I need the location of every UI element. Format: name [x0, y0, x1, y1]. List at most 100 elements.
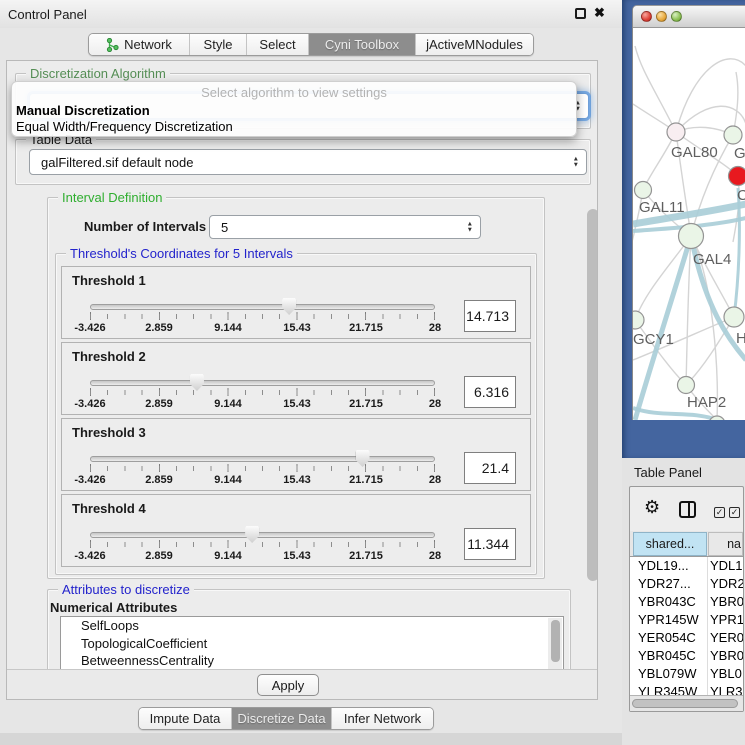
network-node[interactable] [729, 167, 745, 186]
minimize-traffic-light-icon[interactable] [656, 11, 667, 22]
stepper-icon: ▲▼ [573, 157, 579, 168]
slider-scale-label: -3.426 [74, 398, 105, 410]
threshold-value-field[interactable]: 14.713 [464, 300, 516, 332]
table-row[interactable]: YER054C YER0 [630, 629, 743, 647]
table-cell[interactable]: YER0 [710, 629, 743, 647]
table-row[interactable]: YDR27... YDR2 [630, 575, 743, 593]
list-item[interactable]: SelfLoops [61, 617, 563, 635]
tab-network[interactable]: Network [89, 34, 189, 55]
network-canvas[interactable]: GAL80GACGAL11GAL4GCY1HHAP2 [633, 28, 745, 420]
table-cell[interactable]: YBR043C [638, 593, 704, 611]
tab-infer-network[interactable]: Infer Network [331, 708, 433, 729]
slider-scale: -3.4262.8599.14415.4321.71528 [90, 322, 435, 334]
close-icon[interactable]: ✖ [594, 5, 605, 21]
network-node-label: H [736, 330, 745, 347]
table-row[interactable]: YBR045C YBR0 [630, 647, 743, 665]
network-node-label: GAL80 [671, 144, 718, 161]
threshold-label: Threshold 4 [72, 501, 146, 516]
slider-scale-label: 21.715 [349, 550, 383, 562]
threshold-value-field[interactable]: 21.4 [464, 452, 516, 484]
tab-style[interactable]: Style [189, 34, 246, 55]
list-item[interactable]: TopologicalCoefficient [61, 635, 563, 653]
table-cell[interactable]: YBL079W [638, 665, 704, 683]
network-node[interactable] [667, 123, 685, 141]
threshold-3-panel: Threshold 3 -3.4262.8599.14415.4321.7152… [61, 418, 531, 491]
tab-label: Style [204, 37, 233, 52]
threshold-1-slider-track[interactable] [90, 304, 435, 310]
slider-scale-label: 28 [429, 550, 441, 562]
threshold-2-slider-track[interactable] [90, 380, 435, 386]
network-node[interactable] [679, 224, 704, 249]
table-cell[interactable]: YBR0 [710, 647, 743, 665]
network-node-label: C [737, 187, 745, 204]
list-item[interactable]: BetweennessCentrality [61, 652, 563, 670]
threshold-value-field[interactable]: 11.344 [464, 528, 516, 560]
list-scrollbar[interactable] [548, 618, 562, 672]
network-node[interactable] [724, 126, 742, 144]
network-node[interactable] [724, 307, 744, 327]
table-cell[interactable]: YDR2 [710, 575, 743, 593]
table-cell[interactable]: YPR145W [638, 611, 704, 629]
checkbox-icon[interactable]: ✓ [729, 507, 740, 518]
threshold-4-slider-track[interactable] [90, 532, 435, 538]
gear-icon[interactable]: ⚙ [644, 497, 660, 518]
table-row[interactable]: YBR043C YBR0 [630, 593, 743, 611]
numerical-attributes-label: Numerical Attributes [50, 600, 177, 615]
panel-vertical-scrollbar[interactable] [587, 209, 598, 581]
tab-jactivemnodules[interactable]: jActiveMNodules [415, 34, 533, 55]
slider-scale: -3.4262.8599.14415.4321.71528 [90, 398, 435, 410]
panel-title: Control Panel [8, 7, 87, 22]
scrollbar-thumb[interactable] [632, 699, 738, 708]
table-horizontal-scrollbar[interactable] [630, 695, 743, 712]
dropdown-option-equal-width-frequency[interactable]: Equal Width/Frequency Discretization [16, 119, 233, 134]
threshold-3-slider-track[interactable] [90, 456, 435, 462]
close-traffic-light-icon[interactable] [641, 11, 652, 22]
threshold-2-panel: Threshold 2 -3.4262.8599.14415.4321.7152… [61, 342, 531, 415]
table-cell[interactable]: YDL1 [710, 557, 743, 575]
table-cell[interactable]: YPR1 [710, 611, 743, 629]
network-edge [643, 132, 676, 190]
table-data-value: galFiltered.sif default node [41, 155, 193, 170]
network-graph: GAL80GACGAL11GAL4GCY1HHAP2 [633, 28, 745, 420]
dropdown-option-manual-discretization[interactable]: Manual Discretization [16, 103, 150, 118]
threshold-4-panel: Threshold 4 -3.4262.8599.14415.4321.7152… [61, 494, 531, 567]
table-cell[interactable]: YBR0 [710, 593, 743, 611]
tab-label: Cyni Toolbox [325, 37, 399, 52]
network-window-titlebar[interactable] [633, 6, 745, 28]
table-cell[interactable]: YDL19... [638, 557, 704, 575]
number-of-intervals-combobox[interactable]: 5 ▲▼ [209, 215, 481, 239]
column-header-name[interactable]: na [708, 532, 743, 556]
list-scrollbar-thumb[interactable] [551, 620, 560, 662]
table-row[interactable]: YBL079W YBL0 [630, 665, 743, 683]
threshold-value-field[interactable]: 6.316 [464, 376, 516, 408]
columns-icon[interactable] [679, 501, 696, 518]
table-data-combobox[interactable]: galFiltered.sif default node ▲▼ [29, 149, 587, 175]
table-cell[interactable]: YBR045C [638, 647, 704, 665]
tab-select[interactable]: Select [246, 34, 308, 55]
stepper-icon: ▲▼ [467, 222, 473, 233]
network-node[interactable] [635, 182, 652, 199]
network-node[interactable] [633, 311, 644, 329]
table-cell[interactable]: YBL0 [710, 665, 743, 683]
zoom-traffic-light-icon[interactable] [671, 11, 682, 22]
network-node-label: GAL4 [693, 251, 731, 268]
tab-impute-data[interactable]: Impute Data [139, 708, 231, 729]
table-cell[interactable]: YDR27... [638, 575, 704, 593]
slider-scale-label: 15.43 [283, 550, 311, 562]
column-divider [707, 557, 708, 712]
tab-cyni-toolbox[interactable]: Cyni Toolbox [308, 34, 415, 55]
slider-scale-label: 2.859 [145, 398, 173, 410]
table-row[interactable]: YDL19... YDL1 [630, 557, 743, 575]
column-header-shared-name[interactable]: shared... [633, 532, 707, 556]
table-row[interactable]: YPR145W YPR1 [630, 611, 743, 629]
tab-label: Select [259, 37, 295, 52]
network-node[interactable] [678, 377, 695, 394]
tab-discretize-data[interactable]: Discretize Data [231, 708, 331, 729]
slider-scale-label: 28 [429, 322, 441, 334]
number-of-intervals-label: Number of Intervals [84, 219, 206, 234]
checkbox-icon[interactable]: ✓ [714, 507, 725, 518]
screen: Control Panel ✖ Network Style Select Cyn… [0, 0, 745, 745]
table-cell[interactable]: YER054C [638, 629, 704, 647]
float-window-icon[interactable] [575, 8, 586, 19]
apply-button[interactable]: Apply [257, 674, 319, 696]
